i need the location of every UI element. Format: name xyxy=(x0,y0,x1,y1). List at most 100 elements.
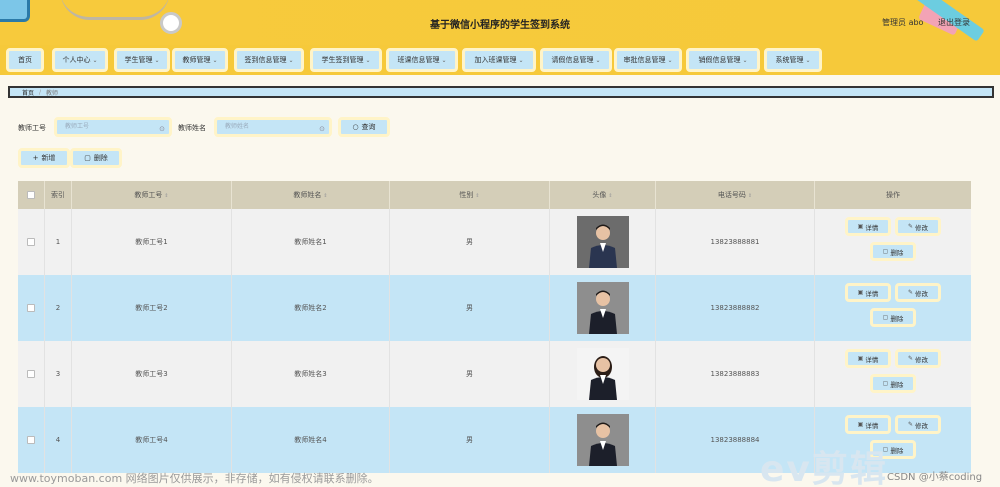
header-gender[interactable]: 性别 ⇕ xyxy=(390,181,550,209)
nav-item-3[interactable]: 教师管理 ⌄ xyxy=(172,48,228,72)
nav-item-label: 销假信息管理 xyxy=(698,56,741,64)
row-checkbox-cell xyxy=(18,407,45,473)
top-header: 基于微信小程序的学生签到系统 管理员 abo 退出登录 xyxy=(0,0,1000,45)
nav-item-label: 首页 xyxy=(18,56,32,64)
header-avatar[interactable]: 头像 ⇕ xyxy=(550,181,656,209)
delete-button-label: 删除 xyxy=(890,248,904,257)
search-icon: ⊙ xyxy=(159,125,165,133)
sort-icon: ⇕ xyxy=(747,193,753,199)
breadcrumb-home[interactable]: 首页 xyxy=(22,88,34,97)
pencil-icon: ✎ xyxy=(907,421,914,428)
source-watermark: www.toymoban.com 网络图片仅供展示，非存储，如有侵权请联系删除。 xyxy=(10,472,379,485)
table-row: 2 教师工号2 教师姓名2 男 13823888882 ▣ 详情 ✎ 修改 ▢ 删除 xyxy=(18,275,971,341)
delete-button[interactable]: ▢ 删除 xyxy=(870,374,916,393)
row-checkbox[interactable] xyxy=(27,370,35,378)
delete-button[interactable]: ▢ 删除 xyxy=(870,308,916,327)
detail-button[interactable]: ▣ 详情 xyxy=(845,415,891,434)
logout-link[interactable]: 退出登录 xyxy=(938,18,970,27)
teacher-name-placeholder: 教师姓名 xyxy=(225,123,250,130)
edit-button[interactable]: ✎ 修改 xyxy=(895,415,941,434)
header-teacher-name[interactable]: 教师姓名 ⇕ xyxy=(232,181,390,209)
avatar xyxy=(576,414,629,466)
delete-button-label: 删除 xyxy=(890,380,904,389)
query-button[interactable]: ○ 查询 xyxy=(338,117,390,137)
row-checkbox[interactable] xyxy=(27,238,35,246)
header-teacher-id[interactable]: 教师工号 ⇕ xyxy=(72,181,232,209)
nav-item-1[interactable]: 个人中心 ⌄ xyxy=(52,48,108,72)
nav-item-7[interactable]: 加入班课管理 ⌄ xyxy=(462,48,536,72)
query-button-label: 查询 xyxy=(361,123,376,131)
breadcrumb: 首页 / 教师 xyxy=(8,86,994,98)
teacher-id-placeholder: 教师工号 xyxy=(65,123,90,130)
search-icon: ○ xyxy=(352,123,359,131)
breadcrumb-current: 教师 xyxy=(46,89,59,97)
actions-cell: ▣ 详情 ✎ 修改 ▢ 删除 xyxy=(815,209,971,275)
doc-icon: ▣ xyxy=(857,421,864,428)
table-row: 3 教师工号3 教师姓名3 男 13823888883 ▣ 详情 ✎ 修改 ▢ 删除 xyxy=(18,341,971,407)
nav-item-0[interactable]: 首页 xyxy=(6,48,44,72)
detail-button-label: 详情 xyxy=(865,355,879,364)
nav-item-label: 教师管理 xyxy=(182,56,211,64)
add-button[interactable]: + 新增 xyxy=(18,148,70,168)
nav-item-10[interactable]: 销假信息管理 ⌄ xyxy=(686,48,760,72)
nav-item-label: 班课信息管理 xyxy=(397,56,440,64)
add-button-label: 新增 xyxy=(41,154,56,162)
table-row: 1 教师工号1 教师姓名1 男 13823888881 ▣ 详情 ✎ 修改 ▢ 删除 xyxy=(18,209,971,275)
admin-username: 管理员 abo xyxy=(882,18,924,27)
select-all-checkbox[interactable] xyxy=(27,191,35,199)
nav-item-2[interactable]: 学生管理 ⌄ xyxy=(114,48,170,72)
cell-phone: 13823888883 xyxy=(656,341,815,407)
nav-item-8[interactable]: 请假信息管理 ⌄ xyxy=(540,48,612,72)
row-checkbox[interactable] xyxy=(27,436,35,444)
detail-button-label: 详情 xyxy=(865,223,879,232)
avatar xyxy=(576,216,629,268)
row-checkbox-cell xyxy=(18,341,45,407)
chevron-down-icon: ⌄ xyxy=(154,56,160,64)
csdn-watermark: CSDN @小蔡coding xyxy=(887,472,983,483)
cell-gender: 男 xyxy=(390,341,550,407)
nav-item-6[interactable]: 班课信息管理 ⌄ xyxy=(386,48,458,72)
cell-index: 3 xyxy=(45,341,72,407)
avatar-cell xyxy=(550,407,656,473)
chevron-down-icon: ⌄ xyxy=(595,56,601,64)
nav-item-label: 请假信息管理 xyxy=(551,56,594,64)
plus-icon: + xyxy=(32,154,39,162)
detail-button[interactable]: ▣ 详情 xyxy=(845,349,891,368)
cell-index: 1 xyxy=(45,209,72,275)
nav-item-5[interactable]: 学生签到管理 ⌄ xyxy=(310,48,382,72)
nav-item-label: 审批信息管理 xyxy=(623,56,666,64)
sort-icon: ⇕ xyxy=(164,193,169,199)
detail-button[interactable]: ▣ 详情 xyxy=(845,283,891,302)
edit-button[interactable]: ✎ 修改 xyxy=(895,217,941,236)
delete-button[interactable]: ▢ 删除 xyxy=(870,242,916,261)
nav-item-label: 学生签到管理 xyxy=(321,56,364,64)
teacher-name-label: 教师姓名 xyxy=(178,124,206,132)
detail-button-label: 详情 xyxy=(865,289,879,298)
cell-phone: 13823888882 xyxy=(656,275,815,341)
cell-name: 教师姓名1 xyxy=(232,209,390,275)
teacher-name-input[interactable]: 教师姓名 ⊙ xyxy=(214,117,332,137)
detail-button-label: 详情 xyxy=(865,421,879,430)
nav-item-label: 加入班课管理 xyxy=(474,56,517,64)
cell-id: 教师工号1 xyxy=(72,209,232,275)
teacher-id-input[interactable]: 教师工号 ⊙ xyxy=(54,117,172,137)
row-checkbox[interactable] xyxy=(27,304,35,312)
chevron-down-icon: ⌄ xyxy=(288,56,294,64)
avatar xyxy=(576,282,629,334)
chevron-down-icon: ⌄ xyxy=(365,56,371,64)
nav-item-4[interactable]: 签到信息管理 ⌄ xyxy=(234,48,304,72)
header-phone[interactable]: 电话号码 ⇕ xyxy=(656,181,815,209)
search-icon: ⊙ xyxy=(319,125,325,133)
edit-button[interactable]: ✎ 修改 xyxy=(895,349,941,368)
detail-button[interactable]: ▣ 详情 xyxy=(845,217,891,236)
nav-item-9[interactable]: 审批信息管理 ⌄ xyxy=(614,48,682,72)
nav-item-11[interactable]: 系统管理 ⌄ xyxy=(764,48,822,72)
chevron-down-icon: ⌄ xyxy=(441,56,447,64)
edit-button[interactable]: ✎ 修改 xyxy=(895,283,941,302)
cell-index: 2 xyxy=(45,275,72,341)
trash-icon: ▢ xyxy=(882,380,889,387)
cell-index: 4 xyxy=(45,407,72,473)
cell-phone: 13823888881 xyxy=(656,209,815,275)
cell-id: 教师工号3 xyxy=(72,341,232,407)
batch-delete-button[interactable]: ▢ 删除 xyxy=(70,148,122,168)
